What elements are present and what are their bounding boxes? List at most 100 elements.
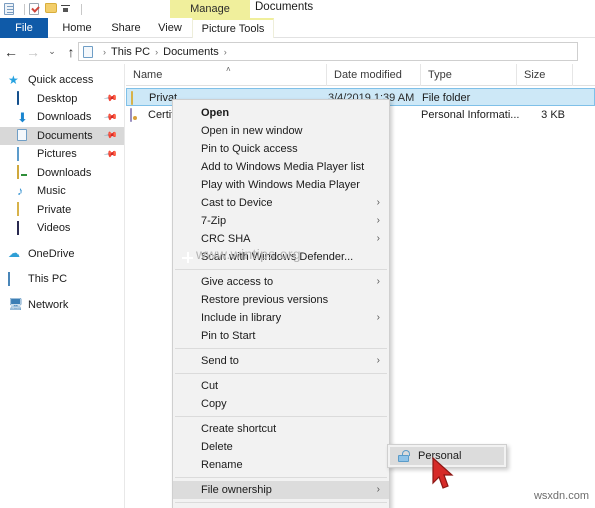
context-menu-item-send-to[interactable]: Send to ›	[173, 352, 389, 370]
pin-icon[interactable]: 📌	[103, 91, 118, 107]
context-menu-item-label: Open in new window	[201, 125, 303, 137]
sidebar-item-this-pc[interactable]: This PC	[0, 270, 124, 289]
customize-qat-icon[interactable]	[61, 3, 74, 16]
file-type-cell: Personal Informati...	[421, 109, 520, 121]
breadcrumb-item-this-pc[interactable]: This PC	[111, 46, 150, 58]
sidebar-item-desktop[interactable]: Desktop 📌	[0, 90, 124, 109]
context-menu-item-label: Give access to	[201, 276, 274, 288]
context-menu-item-label: Pin to Start	[201, 330, 256, 342]
column-date-label: Date modified	[334, 69, 402, 81]
context-menu-separator	[175, 348, 387, 349]
recent-locations-button[interactable]: ⌄	[44, 41, 60, 63]
network-icon: 🖥	[8, 297, 24, 312]
context-menu-item-label: Cast to Device	[201, 197, 273, 209]
watermark-corner: wsxdn.com	[533, 490, 589, 502]
manage-tab-label: Manage	[190, 3, 230, 15]
pin-icon[interactable]: 📌	[103, 109, 118, 125]
forward-button[interactable]: →	[22, 41, 44, 63]
tab-share[interactable]: Share	[104, 18, 148, 38]
sidebar-item-private[interactable]: Private	[0, 201, 124, 220]
sidebar-item-music[interactable]: ♪ Music	[0, 182, 124, 201]
context-menu-item-include-in-library[interactable]: Include in library ›	[173, 309, 389, 327]
qat-divider-2	[81, 3, 82, 15]
check-icon[interactable]	[29, 2, 42, 16]
context-menu-item-label: File ownership	[201, 484, 272, 496]
context-menu-item-crc-sha[interactable]: CRC SHA ›	[173, 230, 389, 248]
sidebar-item-label: This PC	[28, 273, 68, 286]
context-menu-item-pin-to-quick-access[interactable]: Pin to Quick access	[173, 140, 389, 158]
tab-home[interactable]: Home	[54, 18, 100, 38]
tab-share-label: Share	[111, 22, 141, 34]
context-menu-item-7-zip[interactable]: 7-Zip ›	[173, 212, 389, 230]
context-menu-item-pin-to-start[interactable]: Pin to Start	[173, 327, 389, 345]
context-menu-item-create-shortcut[interactable]: Create shortcut	[173, 420, 389, 438]
context-menu-item-label: Rename	[201, 459, 243, 471]
column-type[interactable]: Type	[421, 64, 517, 86]
chevron-right-icon: ›	[376, 355, 380, 366]
nav-gap-1	[0, 238, 124, 245]
properties-icon[interactable]	[4, 2, 17, 16]
column-name[interactable]: Name ˄	[126, 64, 327, 86]
context-menu-item-rename[interactable]: Rename	[173, 456, 389, 474]
desktop-icon	[17, 91, 31, 106]
tab-file[interactable]: File	[0, 18, 48, 38]
breadcrumb[interactable]: › This PC › Documents ›	[78, 42, 578, 61]
sidebar-item-label: Downloads	[37, 166, 92, 179]
context-menu-item-scan-with-defender[interactable]: Scan with Windows Defender...	[173, 248, 389, 266]
column-date-modified[interactable]: Date modified	[327, 64, 421, 86]
file-size-cell	[518, 89, 574, 107]
context-menu-item-cut[interactable]: Cut	[173, 377, 389, 395]
context-menu-item-label: Copy	[201, 398, 227, 410]
sort-ascending-icon: ˄	[226, 65, 231, 74]
sidebar-item-network[interactable]: 🖥 Network	[0, 296, 124, 315]
context-menu-item-file-ownership[interactable]: File ownership ›	[173, 481, 389, 499]
sidebar-item-label: Videos	[37, 222, 71, 235]
context-menu-item-play-with-wmp[interactable]: Play with Windows Media Player	[173, 176, 389, 194]
sidebar-item-videos[interactable]: Videos	[0, 219, 124, 238]
column-header-row: Name ˄ Date modified Type Size	[126, 64, 595, 86]
address-bar: ← → ⌄ ↑ › This PC › Documents ›	[0, 39, 595, 64]
tab-picture-tools[interactable]: Picture Tools	[192, 18, 274, 38]
chevron-right-icon: ›	[376, 197, 380, 208]
context-menu-item-label: Delete	[201, 441, 233, 453]
tab-view[interactable]: View	[150, 18, 190, 38]
sidebar-item-onedrive[interactable]: ☁ OneDrive	[0, 245, 124, 264]
context-menu-item-open[interactable]: Open	[173, 104, 389, 122]
tab-view-label: View	[158, 22, 182, 34]
sidebar-item-documents[interactable]: Documents 📌	[0, 126, 124, 145]
context-menu: Open Open in new window Pin to Quick acc…	[172, 99, 390, 508]
downloads-folder-icon	[17, 165, 31, 180]
context-menu-item-copy[interactable]: Copy	[173, 395, 389, 413]
context-menu-item-open-in-new-window[interactable]: Open in new window	[173, 122, 389, 140]
context-menu-item-restore-previous-versions[interactable]: Restore previous versions	[173, 291, 389, 309]
context-menu-item-give-access-to[interactable]: Give access to ›	[173, 273, 389, 291]
sidebar-item-label: Pictures	[37, 148, 77, 161]
file-name-cell: Certif	[130, 106, 174, 124]
tab-picture-tools-label: Picture Tools	[201, 23, 265, 35]
sidebar-item-downloads-folder[interactable]: Downloads	[0, 164, 124, 183]
manage-contextual-tab[interactable]: Manage	[170, 0, 250, 18]
pin-icon[interactable]: 📌	[103, 128, 118, 144]
column-size[interactable]: Size	[517, 64, 573, 86]
context-menu-item-cast-to-device[interactable]: Cast to Device ›	[173, 194, 389, 212]
music-note-icon: ♪	[17, 183, 23, 198]
context-menu-separator	[175, 373, 387, 374]
file-explorer-window: Manage Documents File Home Share View Pi…	[0, 0, 595, 508]
breadcrumb-item-documents[interactable]: Documents	[163, 46, 219, 58]
new-folder-icon[interactable]	[45, 2, 58, 16]
pin-icon[interactable]: 📌	[103, 146, 118, 162]
context-menu-item-add-to-wmp-list[interactable]: Add to Windows Media Player list	[173, 158, 389, 176]
navigation-pane: ★ Quick access Desktop 📌 ⬇ Downloads 📌 D…	[0, 64, 125, 508]
context-menu-item-label: Include in library	[201, 312, 282, 324]
back-button[interactable]: ←	[0, 41, 22, 63]
context-menu-item-delete[interactable]: Delete	[173, 438, 389, 456]
column-type-label: Type	[428, 69, 452, 81]
nav-gap-3	[0, 289, 124, 296]
sidebar-item-downloads[interactable]: ⬇ Downloads 📌	[0, 108, 124, 127]
private-folder-icon	[17, 202, 31, 217]
sidebar-item-quick-access[interactable]: ★ Quick access	[0, 71, 124, 90]
sidebar-item-pictures[interactable]: Pictures 📌	[0, 145, 124, 164]
nav-gap-2	[0, 263, 124, 270]
chevron-right-icon: ›	[376, 276, 380, 287]
window-title: Documents	[255, 1, 314, 13]
